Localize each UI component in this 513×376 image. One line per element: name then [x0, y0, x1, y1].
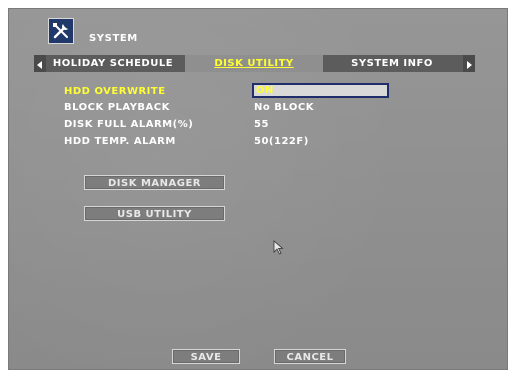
- hdd-temp-alarm-label: HDD TEMP. ALARM: [64, 136, 176, 147]
- mouse-cursor-icon: [273, 240, 285, 256]
- page-title: SYSTEM: [89, 33, 138, 44]
- tools-icon: [48, 18, 74, 44]
- disk-manager-button[interactable]: DISK MANAGER: [84, 175, 225, 190]
- hdd-overwrite-field[interactable]: ON: [252, 83, 389, 98]
- tab-scroll-left-button[interactable]: [34, 55, 46, 72]
- hdd-overwrite-label: HDD OVERWRITE: [64, 86, 166, 97]
- caret-right-icon: [466, 54, 472, 73]
- tab-scroll-right-button[interactable]: [463, 55, 475, 72]
- disk-full-alarm-value[interactable]: 55: [254, 119, 269, 130]
- tab-holiday-schedule[interactable]: HOLIDAY SCHEDULE: [48, 55, 178, 72]
- tab-bar: HOLIDAY SCHEDULE DISK UTILITY SYSTEM INF…: [34, 55, 475, 72]
- hdd-overwrite-value: ON: [256, 85, 274, 96]
- tab-disk-utility[interactable]: DISK UTILITY: [185, 55, 323, 72]
- tab-system-info[interactable]: SYSTEM INFO: [330, 55, 454, 72]
- disk-full-alarm-label: DISK FULL ALARM(%): [64, 119, 194, 130]
- block-playback-value[interactable]: No BLOCK: [254, 102, 314, 113]
- cancel-button[interactable]: CANCEL: [274, 349, 346, 364]
- block-playback-label: BLOCK PLAYBACK: [64, 102, 170, 113]
- usb-utility-button[interactable]: USB UTILITY: [84, 206, 225, 221]
- save-button[interactable]: SAVE: [172, 349, 240, 364]
- hdd-temp-alarm-value[interactable]: 50(122F): [254, 136, 309, 147]
- caret-left-icon: [37, 54, 43, 73]
